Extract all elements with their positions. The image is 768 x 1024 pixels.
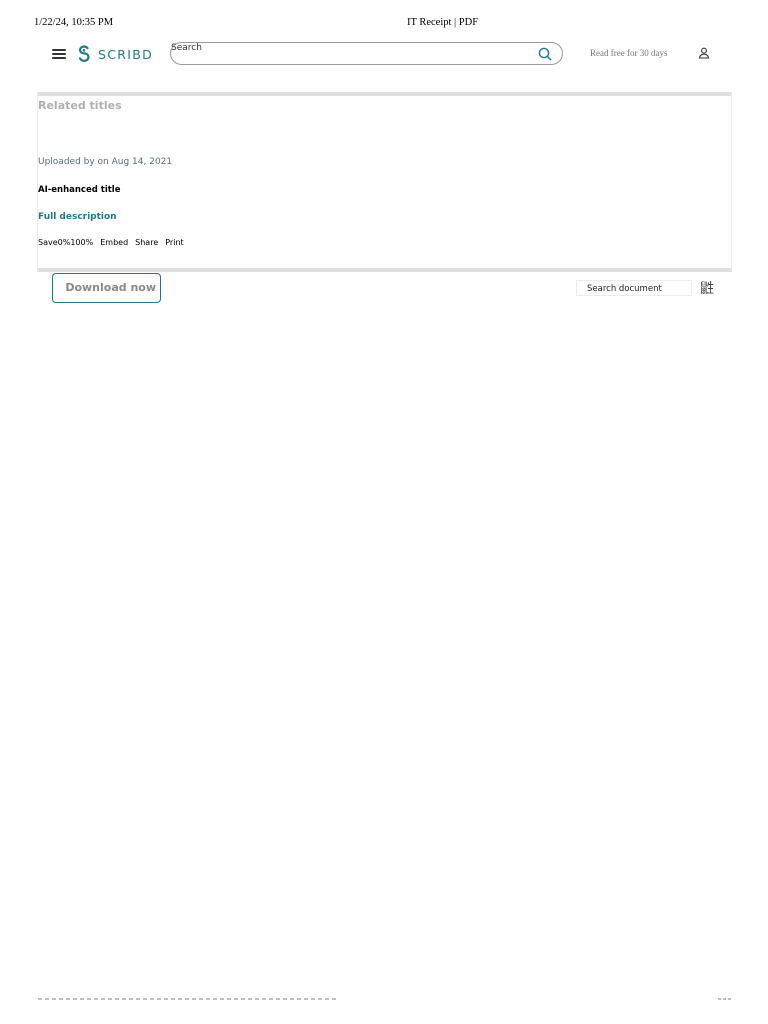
site-search-input[interactable]: [171, 41, 521, 55]
site-search-box[interactable]: [170, 41, 563, 65]
save-button[interactable]: Save: [38, 238, 58, 247]
full-description-link[interactable]: Full description: [38, 212, 117, 222]
rating-downvote[interactable]: 100%: [70, 238, 93, 247]
print-datetime: 1/22/24, 10:35 PM: [34, 17, 114, 28]
scribd-logo-icon: [78, 45, 90, 62]
uploaded-by-line: Uploaded by on Aug 14, 2021: [38, 157, 173, 167]
related-titles-heading: Related titles: [38, 99, 122, 112]
top-navigation-bar: SCRIBD Read free for 30 days: [0, 40, 768, 70]
download-now-button[interactable]: Download now: [52, 273, 161, 303]
document-search-input[interactable]: [576, 280, 692, 296]
search-icon[interactable]: [538, 47, 552, 61]
save-rating-group: Save 0% 100%: [38, 238, 93, 247]
share-button[interactable]: Share: [135, 238, 158, 247]
hamburger-menu-icon[interactable]: [52, 49, 66, 59]
ai-enhanced-title: AI-enhanced title: [38, 185, 121, 195]
print-footer-page-number: [718, 998, 732, 1000]
print-page-title: IT Receipt | PDF: [407, 17, 479, 28]
read-free-link[interactable]: Read free for 30 days: [590, 48, 667, 58]
brand-wordmark: SCRIBD: [98, 46, 154, 62]
print-button[interactable]: Print: [165, 238, 183, 247]
print-footer-url: [38, 998, 338, 1000]
print-footer: [38, 996, 738, 1002]
print-header: 1/22/24, 10:35 PM IT Receipt | PDF: [0, 17, 768, 31]
document-search-glyph[interactable]: 鼪: [698, 280, 716, 298]
user-account-icon[interactable]: [698, 47, 710, 59]
rating-upvote[interactable]: 0%: [58, 238, 71, 247]
document-actions: Save 0% 100% Embed Share Print: [38, 238, 184, 247]
scribd-logo[interactable]: SCRIBD: [77, 44, 153, 64]
embed-button[interactable]: Embed: [100, 238, 128, 247]
document-info-panel: Related titles Uploaded by on Aug 14, 20…: [37, 92, 732, 272]
